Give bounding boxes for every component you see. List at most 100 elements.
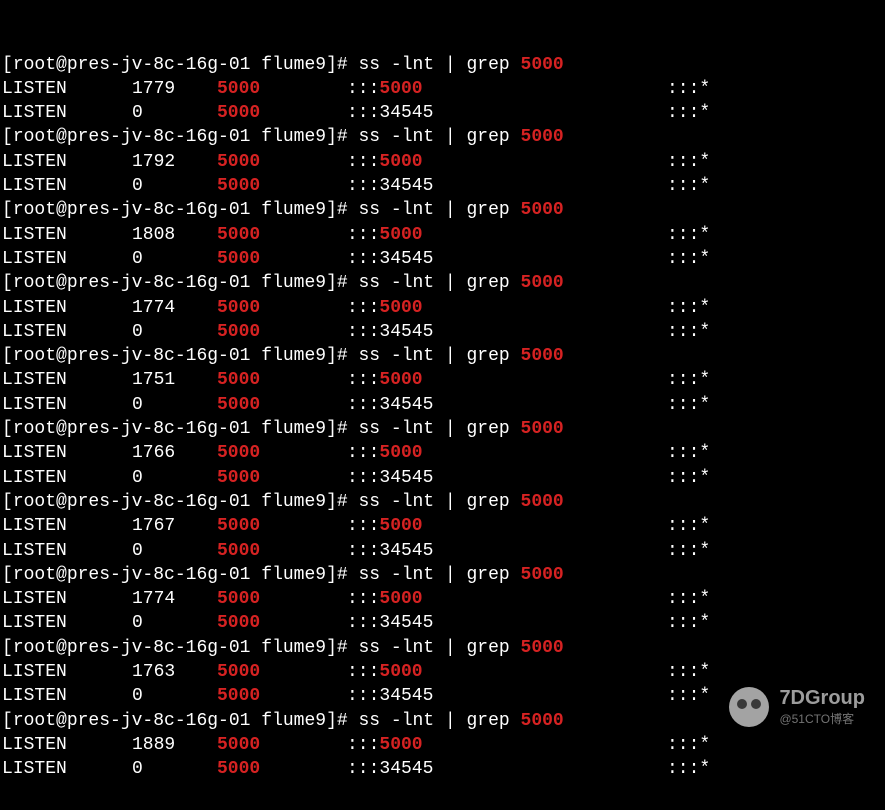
prompt-bracket-open: [ <box>2 492 13 512</box>
state: LISTEN <box>2 393 132 417</box>
cwd: flume9 <box>261 273 326 293</box>
state: LISTEN <box>2 684 132 708</box>
state: LISTEN <box>2 150 132 174</box>
listen-row: LISTEN17665000:::5000:::* <box>2 441 883 465</box>
peer-addr: :::* <box>667 466 787 490</box>
recv-q: 1779 <box>132 77 217 101</box>
cwd: flume9 <box>261 638 326 658</box>
recv-q: 1751 <box>132 368 217 392</box>
cwd: flume9 <box>261 565 326 585</box>
peer-addr: :::* <box>667 660 787 684</box>
watermark: 7DGroup @51CTO博客 <box>729 687 865 727</box>
prompt-bracket-open: [ <box>2 346 13 366</box>
command-text: ss -lnt | grep <box>358 565 520 585</box>
state: LISTEN <box>2 368 132 392</box>
prompt-bracket-close: ]# <box>326 492 358 512</box>
grep-match: 5000 <box>521 492 564 512</box>
prompt-line: [root@pres-jv-8c-16g-01 flume9]# ss -lnt… <box>2 198 883 222</box>
send-q: 5000 <box>217 174 347 198</box>
peer-addr: :::* <box>667 757 787 781</box>
peer-addr: :::* <box>667 174 787 198</box>
prompt-bracket-close: ]# <box>326 638 358 658</box>
prompt-bracket-close: ]# <box>326 346 358 366</box>
user-host: root@pres-jv-8c-16g-01 <box>13 419 251 439</box>
prompt-line: [root@pres-jv-8c-16g-01 flume9]# ss -lnt… <box>2 53 883 77</box>
recv-q: 0 <box>132 539 217 563</box>
wechat-icon <box>729 687 769 727</box>
send-q: 5000 <box>217 296 347 320</box>
listen-row: LISTEN17745000:::5000:::* <box>2 296 883 320</box>
listen-row: LISTEN05000:::34545:::* <box>2 320 883 344</box>
listen-row: LISTEN17515000:::5000:::* <box>2 368 883 392</box>
send-q: 5000 <box>217 77 347 101</box>
listen-row: LISTEN17925000:::5000:::* <box>2 150 883 174</box>
recv-q: 0 <box>132 101 217 125</box>
cwd: flume9 <box>261 200 326 220</box>
user-host: root@pres-jv-8c-16g-01 <box>13 346 251 366</box>
prompt-bracket-close: ]# <box>326 565 358 585</box>
output-blocks: [root@pres-jv-8c-16g-01 flume9]# ss -lnt… <box>2 53 883 782</box>
send-q: 5000 <box>217 368 347 392</box>
listen-row: LISTEN05000:::34545:::* <box>2 247 883 271</box>
local-addr: :::5000 <box>347 223 667 247</box>
state: LISTEN <box>2 174 132 198</box>
listen-row: LISTEN18895000:::5000:::* <box>2 733 883 757</box>
state: LISTEN <box>2 514 132 538</box>
user-host: root@pres-jv-8c-16g-01 <box>13 492 251 512</box>
peer-addr: :::* <box>667 514 787 538</box>
cwd: flume9 <box>261 55 326 75</box>
state: LISTEN <box>2 733 132 757</box>
peer-addr: :::* <box>667 733 787 757</box>
cwd: flume9 <box>261 492 326 512</box>
local-addr: :::34545 <box>347 539 667 563</box>
state: LISTEN <box>2 101 132 125</box>
send-q: 5000 <box>217 320 347 344</box>
send-q: 5000 <box>217 587 347 611</box>
prompt-bracket-open: [ <box>2 127 13 147</box>
peer-addr: :::* <box>667 247 787 271</box>
send-q: 5000 <box>217 757 347 781</box>
prompt-bracket-close: ]# <box>326 200 358 220</box>
local-addr: :::34545 <box>347 101 667 125</box>
cwd: flume9 <box>261 127 326 147</box>
peer-addr: :::* <box>667 587 787 611</box>
prompt-bracket-open: [ <box>2 419 13 439</box>
prompt-bracket-open: [ <box>2 565 13 585</box>
prompt-bracket-open: [ <box>2 200 13 220</box>
recv-q: 0 <box>132 757 217 781</box>
prompt-line: [root@pres-jv-8c-16g-01 flume9]# ss -lnt… <box>2 417 883 441</box>
listen-row: LISTEN05000:::34545:::* <box>2 174 883 198</box>
peer-addr: :::* <box>667 223 787 247</box>
local-addr: :::34545 <box>347 393 667 417</box>
listen-row: LISTEN05000:::34545:::* <box>2 539 883 563</box>
recv-q: 0 <box>132 320 217 344</box>
grep-match: 5000 <box>521 127 564 147</box>
grep-match: 5000 <box>521 273 564 293</box>
user-host: root@pres-jv-8c-16g-01 <box>13 711 251 731</box>
state: LISTEN <box>2 296 132 320</box>
local-addr: :::5000 <box>347 514 667 538</box>
peer-addr: :::* <box>667 77 787 101</box>
prompt-bracket-open: [ <box>2 638 13 658</box>
peer-addr: :::* <box>667 368 787 392</box>
prompt-line: [root@pres-jv-8c-16g-01 flume9]# ss -lnt… <box>2 125 883 149</box>
state: LISTEN <box>2 757 132 781</box>
peer-addr: :::* <box>667 539 787 563</box>
prompt-bracket-open: [ <box>2 55 13 75</box>
local-addr: :::34545 <box>347 757 667 781</box>
prompt-bracket-open: [ <box>2 273 13 293</box>
peer-addr: :::* <box>667 441 787 465</box>
local-addr: :::34545 <box>347 320 667 344</box>
send-q: 5000 <box>217 514 347 538</box>
prompt-bracket-close: ]# <box>326 273 358 293</box>
prompt-bracket-open: [ <box>2 711 13 731</box>
local-addr: :::5000 <box>347 733 667 757</box>
listen-row: LISTEN18085000:::5000:::* <box>2 223 883 247</box>
recv-q: 1774 <box>132 587 217 611</box>
state: LISTEN <box>2 77 132 101</box>
state: LISTEN <box>2 611 132 635</box>
peer-addr: :::* <box>667 101 787 125</box>
send-q: 5000 <box>217 733 347 757</box>
state: LISTEN <box>2 247 132 271</box>
send-q: 5000 <box>217 466 347 490</box>
